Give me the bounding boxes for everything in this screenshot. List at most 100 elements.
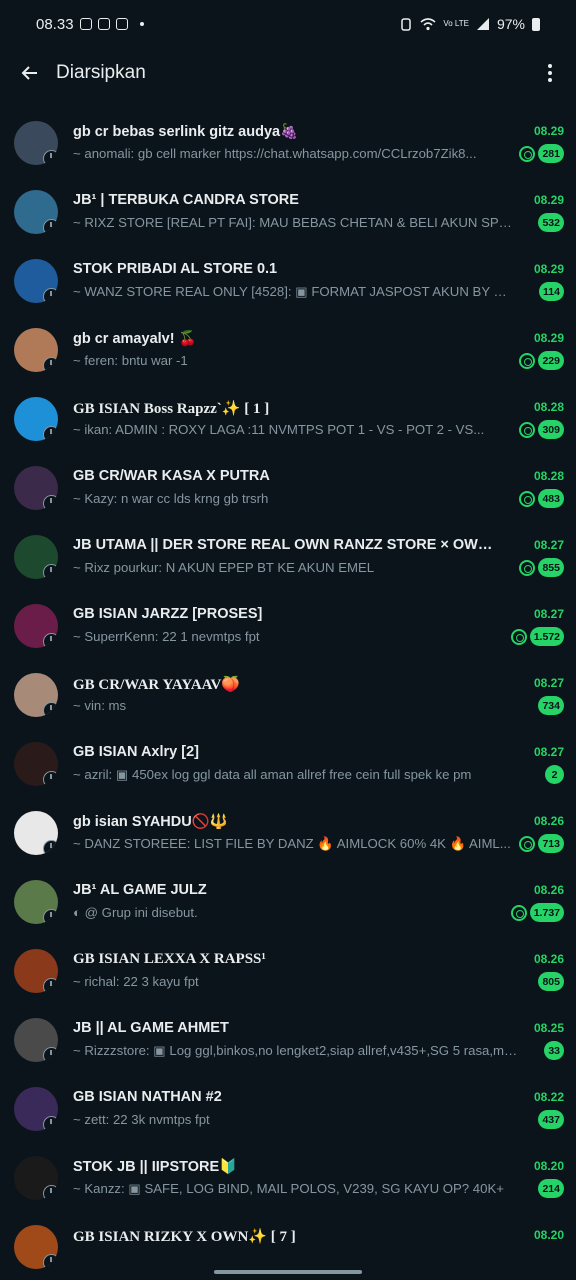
chat-row[interactable]: GB ISIAN NATHAN #2 08.22 ~ zett: 22 3k n… (0, 1075, 576, 1144)
unread-count-badge: 855 (538, 558, 564, 577)
chat-avatar[interactable] (14, 604, 58, 648)
mention-icon (519, 559, 536, 576)
chat-avatar[interactable] (14, 1225, 58, 1269)
chat-name: STOK JB || IIPSTORE🔰 (73, 1159, 238, 1175)
unread-count-badge: 281 (538, 144, 564, 163)
chat-badges: 1.737 (510, 903, 564, 922)
chat-name: JB UTAMA || DER STORE REAL OWN RANZZ STO… (73, 537, 496, 553)
chat-avatar[interactable] (14, 880, 58, 924)
chat-avatar[interactable] (14, 190, 58, 234)
chat-body: STOK JB || IIPSTORE🔰 08.20 ~ Kanzz: ▣ SA… (73, 1144, 564, 1213)
chat-row[interactable]: JB¹ AL GAME JULZ 08.26 ◐ @ Grup ini dise… (0, 868, 576, 937)
chat-body: JB¹ | TERBUKA CANDRA STORE 08.29 ~ RIXZ … (73, 178, 564, 247)
chat-row[interactable]: GB ISIAN LEXXA X RAPSS¹ 08.26 ~ richal: … (0, 937, 576, 1006)
chat-row[interactable]: GB ISIAN Boss Rapzz`✨ [ 1 ] 08.28 ~ ikan… (0, 385, 576, 454)
chat-body: GB ISIAN JARZZ [PROSES] 08.27 ~ SuperrKe… (73, 592, 564, 661)
archived-chat-list[interactable]: gb cr amaya yayaav 🍀 ~ bot yayaav 8k/bul… (0, 98, 576, 1280)
chat-preview: ~ SuperrKenn: 22 1 nevmtps fpt (73, 629, 260, 644)
chat-badges: 855 (519, 558, 564, 577)
unread-count-badge: 1.737 (529, 903, 564, 922)
chat-body: GB ISIAN LEXXA X RAPSS¹ 08.26 ~ richal: … (73, 937, 564, 1006)
mention-icon (519, 352, 536, 369)
chat-avatar[interactable] (14, 535, 58, 579)
unread-count-badge: 713 (538, 834, 564, 853)
chat-row[interactable]: JB¹ | TERBUKA CANDRA STORE 08.29 ~ RIXZ … (0, 178, 576, 247)
chat-avatar[interactable] (14, 1156, 58, 1200)
chat-badges: 2 (545, 765, 564, 784)
disappearing-timer-icon (43, 702, 58, 717)
chat-time: 08.26 (533, 814, 564, 828)
chat-time: 08.29 (533, 193, 564, 207)
chat-row[interactable]: gb cr amaya yayaav 🍀 ~ bot yayaav 8k/bul… (0, 98, 576, 109)
chat-time: 08.27 (533, 745, 564, 759)
chat-badges: 734 (538, 696, 564, 715)
unread-count-badge: 483 (538, 489, 564, 508)
disappearing-timer-icon (43, 150, 58, 165)
chat-avatar[interactable] (14, 742, 58, 786)
chat-row[interactable]: JB || AL GAME AHMET 08.25 ~ Rizzzstore: … (0, 1006, 576, 1075)
disappearing-timer-icon (43, 219, 58, 234)
chat-time: 08.26 (533, 952, 564, 966)
mention-icon (519, 490, 536, 507)
more-vert-icon (548, 64, 552, 68)
mention-icon (519, 145, 536, 162)
mention-icon (510, 904, 527, 921)
disappearing-timer-icon (43, 357, 58, 372)
chat-name: GB ISIAN NATHAN #2 (73, 1089, 222, 1105)
chat-row[interactable]: gb cr bebas serlink gitz audya🍇 08.29 ~ … (0, 109, 576, 178)
mention-icon (510, 628, 527, 645)
chat-name: GB ISIAN LEXXA X RAPSS¹ (73, 951, 266, 967)
disappearing-timer-icon (43, 564, 58, 579)
chat-row[interactable]: GB ISIAN JARZZ [PROSES] 08.27 ~ SuperrKe… (0, 592, 576, 661)
chat-preview: ~ anomali: gb cell marker https://chat.w… (73, 146, 477, 161)
chat-avatar[interactable] (14, 121, 58, 165)
chat-avatar[interactable] (14, 811, 58, 855)
chat-time: 08.26 (533, 883, 564, 897)
back-button[interactable] (18, 61, 42, 85)
chat-name: JB¹ | TERBUKA CANDRA STORE (73, 192, 299, 208)
status-time: 08.33 (36, 15, 74, 33)
chat-avatar[interactable] (14, 328, 58, 372)
chat-avatar[interactable] (14, 949, 58, 993)
chat-row[interactable]: gb isian SYAHDU🚫🔱 08.26 ~ DANZ STOREEE: … (0, 799, 576, 868)
chat-row[interactable]: GB ISIAN Axlry [2] 08.27 ~ azril: ▣ 450e… (0, 730, 576, 799)
disappearing-timer-icon (43, 633, 58, 648)
chat-time: 08.28 (533, 400, 564, 414)
chat-preview: ~ Rizzzstore: ▣ Log ggl,binkos,no lengke… (73, 1043, 518, 1058)
chat-body: JB¹ AL GAME JULZ 08.26 ◐ @ Grup ini dise… (73, 868, 564, 937)
chat-row[interactable]: JB UTAMA || DER STORE REAL OWN RANZZ STO… (0, 523, 576, 592)
disappearing-timer-icon (43, 1047, 58, 1062)
more-options-button[interactable] (540, 61, 560, 85)
chat-preview: ◐ @ Grup ini disebut. (73, 905, 198, 920)
chat-avatar[interactable] (14, 466, 58, 510)
home-indicator[interactable] (214, 1270, 362, 1274)
unread-count-badge: 33 (544, 1041, 564, 1060)
chat-name: gb cr bebas serlink gitz audya🍇 (73, 124, 299, 140)
chat-badges: 229 (519, 351, 564, 370)
chat-body: GB CR/WAR YAYAAV🍑 08.27 ~ vin: ms 734 (73, 661, 564, 730)
unread-count-badge: 214 (538, 1179, 564, 1198)
chat-name: STOK PRIBADI AL STORE 0.1 (73, 261, 278, 277)
chat-name: gb cr amayalv! 🍒 (73, 331, 197, 347)
chat-preview: ~ Kanzz: ▣ SAFE, LOG BIND, MAIL POLOS, V… (73, 1181, 504, 1196)
chat-row[interactable]: gb cr amayalv! 🍒 08.29 ~ feren: bntu war… (0, 316, 576, 385)
chat-row[interactable]: STOK JB || IIPSTORE🔰 08.20 ~ Kanzz: ▣ SA… (0, 1144, 576, 1213)
chat-avatar[interactable] (14, 397, 58, 441)
chat-avatar[interactable] (14, 1018, 58, 1062)
chat-preview: ~ ikan: ADMIN : ROXY LAGA :11 NVMTPS POT… (73, 422, 485, 437)
chat-row[interactable]: GB CR/WAR KASA X PUTRA 08.28 ~ Kazy: n w… (0, 454, 576, 523)
chat-row[interactable]: GB CR/WAR YAYAAV🍑 08.27 ~ vin: ms 734 (0, 661, 576, 730)
chat-row[interactable]: STOK PRIBADI AL STORE 0.1 08.29 ~ WANZ S… (0, 247, 576, 316)
chat-avatar[interactable] (14, 673, 58, 717)
disappearing-timer-icon (43, 288, 58, 303)
status-bar: 08.33 Vo LTE 97% (0, 0, 576, 48)
chat-time: 08.29 (533, 124, 564, 138)
chat-avatar[interactable] (14, 259, 58, 303)
chat-body: GB ISIAN Boss Rapzz`✨ [ 1 ] 08.28 ~ ikan… (73, 385, 564, 454)
chat-avatar[interactable] (14, 1087, 58, 1131)
unread-count-badge: 532 (538, 213, 564, 232)
disappearing-timer-icon (43, 495, 58, 510)
page-title: Diarsipkan (56, 62, 146, 83)
chat-time: 08.27 (533, 538, 564, 552)
disappearing-timer-icon (43, 1254, 58, 1269)
